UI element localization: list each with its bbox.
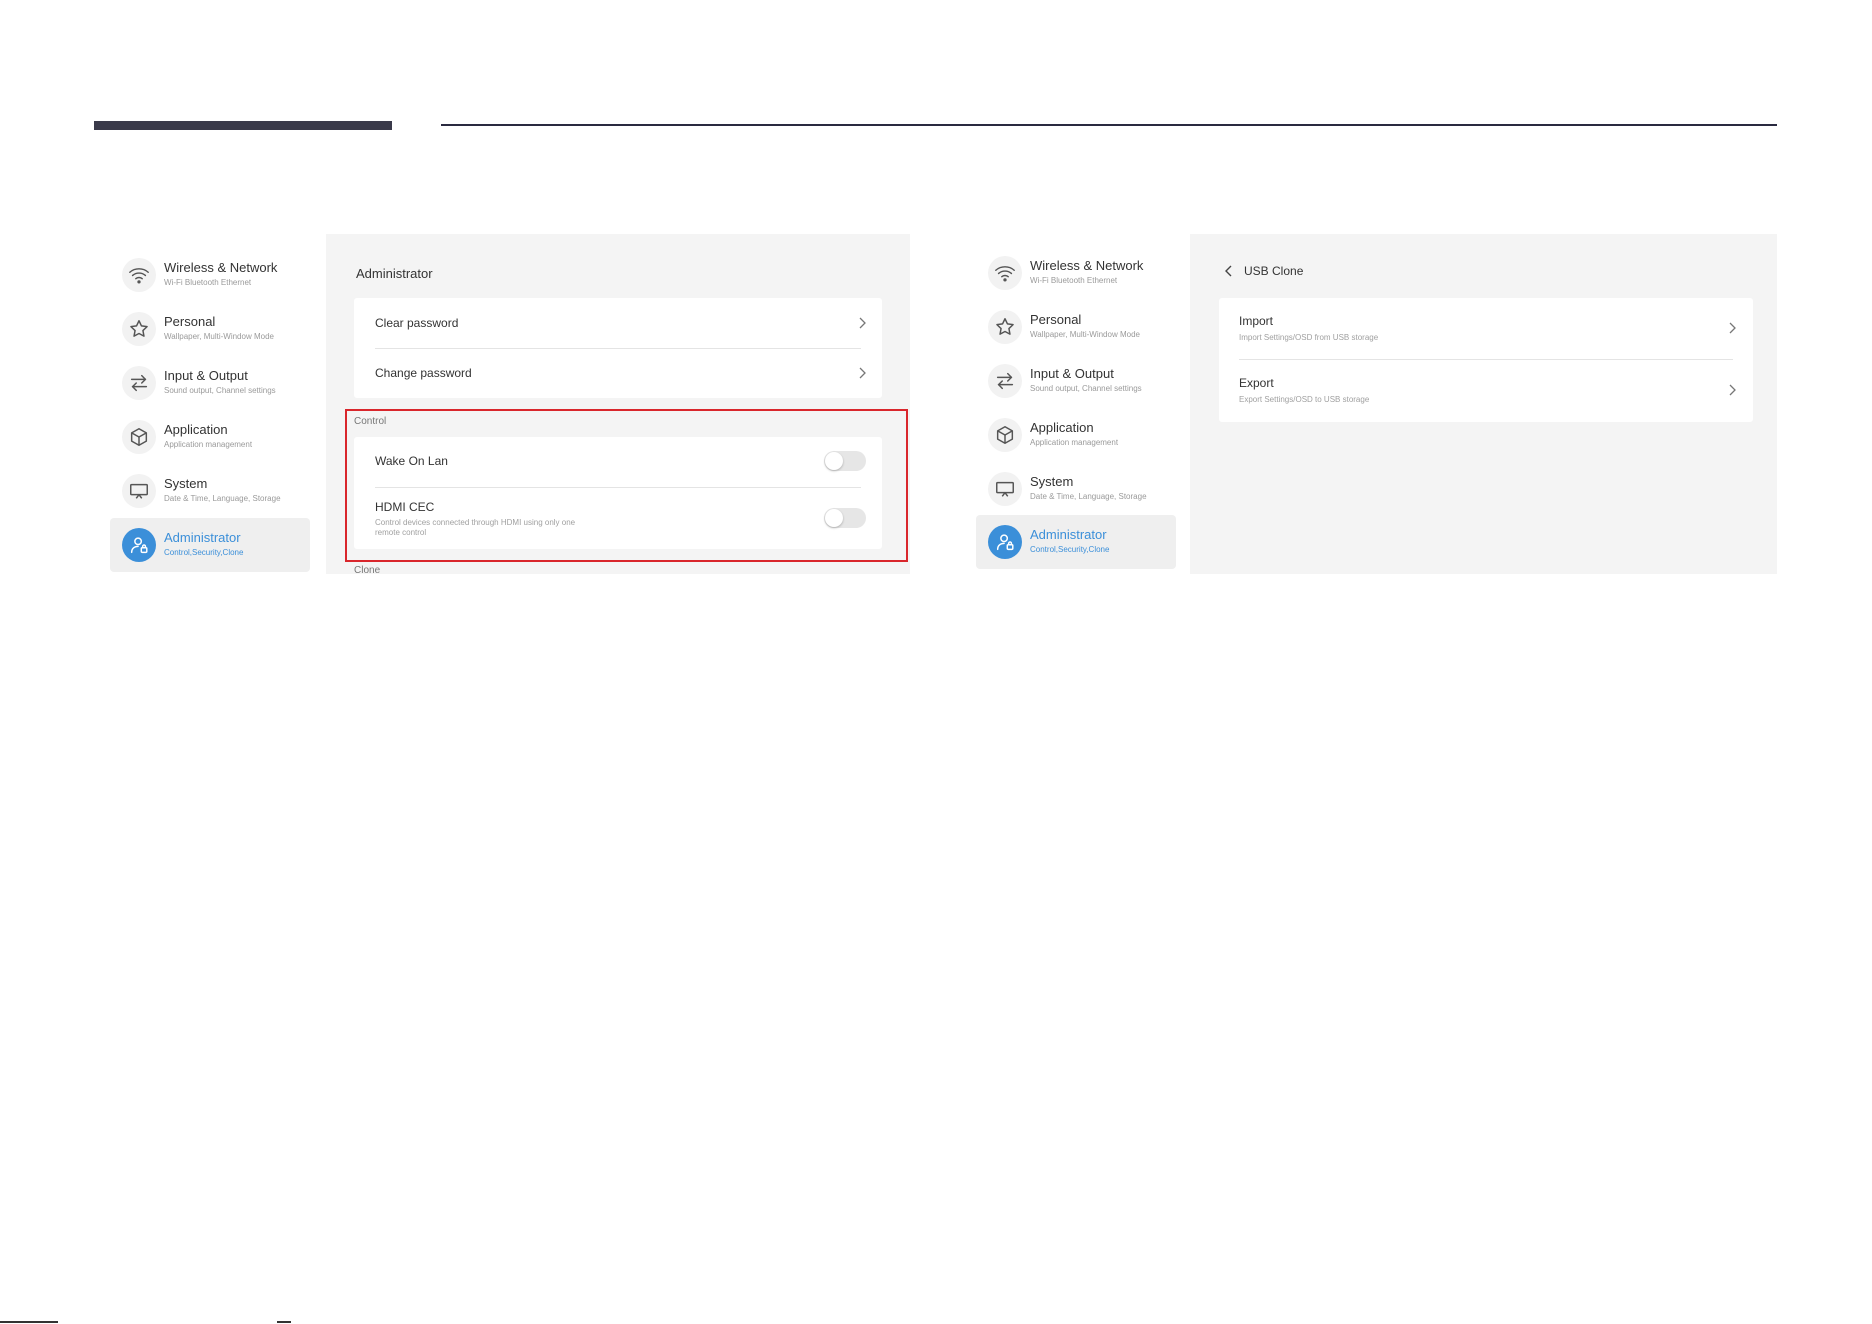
cube-icon — [122, 420, 156, 454]
sidebar-item-sub: Date & Time, Language, Storage — [164, 494, 281, 503]
admin-user-icon — [122, 528, 156, 562]
sidebar-item-application[interactable]: Application Application management — [110, 410, 310, 464]
change-password-label: Change password — [375, 366, 472, 380]
sidebar-item-sub: Application management — [1030, 438, 1119, 447]
import-description: Import Settings/OSD from USB storage — [1239, 333, 1379, 342]
usb-clone-card: Import Import Settings/OSD from USB stor… — [1219, 298, 1753, 422]
page-title: Administrator — [356, 266, 433, 281]
wifi-icon — [122, 258, 156, 292]
import-item[interactable]: Import Import Settings/OSD from USB stor… — [1219, 298, 1753, 359]
sidebar-item-sub: Wi-Fi Bluetooth Ethernet — [164, 278, 252, 287]
settings-screen-usb-clone: Wireless & Network Wi-Fi Bluetooth Ether… — [960, 234, 1777, 574]
sidebar-item-administrator[interactable]: Administrator Control,Security,Clone — [110, 518, 310, 572]
star-icon — [122, 312, 156, 346]
wifi-icon — [988, 256, 1022, 290]
sidebar-item-input-output[interactable]: Input & Output Sound output, Channel set… — [976, 354, 1176, 408]
star-icon — [988, 310, 1022, 344]
sidebar-item-administrator[interactable]: Administrator Control,Security,Clone — [976, 515, 1176, 569]
sidebar-item-label: Personal — [1030, 312, 1082, 327]
sidebar-item-label: Input & Output — [164, 368, 248, 383]
page-title: USB Clone — [1244, 264, 1304, 278]
sidebar-item-sub: Control,Security,Clone — [1030, 545, 1110, 554]
sidebar-item-sub: Wi-Fi Bluetooth Ethernet — [1030, 276, 1118, 285]
export-label: Export — [1239, 376, 1274, 390]
sidebar-item-label: Application — [164, 422, 228, 437]
settings-sidebar: Wireless & Network Wi-Fi Bluetooth Ether… — [94, 234, 326, 574]
swap-arrows-icon — [988, 364, 1022, 398]
import-label: Import — [1239, 314, 1274, 328]
sidebar-item-label: Input & Output — [1030, 366, 1114, 381]
chevron-right-icon — [859, 317, 866, 329]
sidebar-item-sub: Sound output, Channel settings — [1030, 384, 1142, 393]
sidebar-item-sub: Application management — [164, 440, 253, 449]
sidebar-item-sub: Date & Time, Language, Storage — [1030, 492, 1147, 501]
sidebar-item-wireless-network[interactable]: Wireless & Network Wi-Fi Bluetooth Ether… — [110, 248, 310, 302]
sidebar-item-application[interactable]: Application Application management — [976, 408, 1176, 462]
sidebar-item-sub: Wallpaper, Multi-Window Mode — [164, 332, 274, 341]
sidebar-item-label: Application — [1030, 420, 1094, 435]
sidebar-item-label: System — [164, 476, 208, 491]
monitor-icon — [988, 472, 1022, 506]
export-description: Export Settings/OSD to USB storage — [1239, 395, 1370, 404]
footer-rule — [277, 1321, 291, 1323]
change-password-item[interactable]: Change password — [354, 349, 882, 398]
usb-clone-content: USB Clone Import Import Settings/OSD fro… — [1190, 234, 1777, 574]
sidebar-item-label: Wireless & Network — [1030, 258, 1144, 273]
back-arrow-icon[interactable] — [1222, 264, 1236, 278]
sidebar-item-sub: Control,Security,Clone — [164, 548, 244, 557]
sidebar-item-wireless-network[interactable]: Wireless & Network Wi-Fi Bluetooth Ether… — [976, 246, 1176, 300]
footer-rule — [0, 1321, 58, 1323]
control-highlight-box — [345, 409, 908, 562]
sidebar-item-label: Administrator — [1030, 527, 1107, 542]
header-rule-thin — [441, 124, 1777, 126]
chevron-right-icon — [1729, 384, 1736, 396]
cube-icon — [988, 418, 1022, 452]
clear-password-label: Clear password — [375, 316, 459, 330]
sidebar-item-personal[interactable]: Personal Wallpaper, Multi-Window Mode — [110, 302, 310, 356]
password-card: Clear password Change password — [354, 298, 882, 398]
clear-password-item[interactable]: Clear password — [354, 298, 882, 348]
sidebar-item-input-output[interactable]: Input & Output Sound output, Channel set… — [110, 356, 310, 410]
header-rule-thick — [94, 121, 392, 130]
chevron-right-icon — [1729, 322, 1736, 334]
sidebar-item-personal[interactable]: Personal Wallpaper, Multi-Window Mode — [976, 300, 1176, 354]
sidebar-item-label: Personal — [164, 314, 216, 329]
sidebar-item-sub: Wallpaper, Multi-Window Mode — [1030, 330, 1140, 339]
sidebar-item-system[interactable]: System Date & Time, Language, Storage — [110, 464, 310, 518]
settings-sidebar: Wireless & Network Wi-Fi Bluetooth Ether… — [960, 234, 1190, 574]
sidebar-item-system[interactable]: System Date & Time, Language, Storage — [976, 462, 1176, 516]
monitor-icon — [122, 474, 156, 508]
swap-arrows-icon — [122, 366, 156, 400]
sidebar-item-sub: Sound output, Channel settings — [164, 386, 276, 395]
clone-section-label: Clone — [354, 565, 381, 574]
sidebar-item-label: Wireless & Network — [164, 260, 278, 275]
chevron-right-icon — [859, 367, 866, 379]
sidebar-item-label: Administrator — [164, 530, 241, 545]
sidebar-item-label: System — [1030, 474, 1074, 489]
export-item[interactable]: Export Export Settings/OSD to USB storag… — [1219, 360, 1753, 422]
admin-user-icon — [988, 525, 1022, 559]
